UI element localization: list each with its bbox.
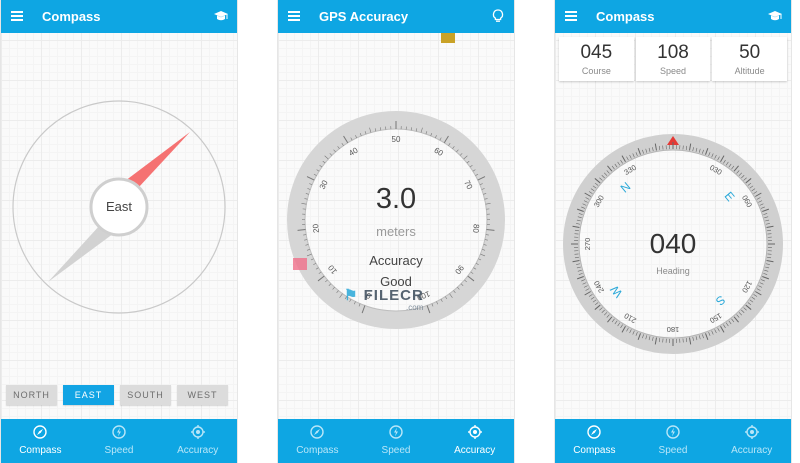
crosshair-icon bbox=[190, 425, 205, 439]
dial-degree-label: 210 bbox=[623, 311, 638, 325]
nav-compass[interactable]: Compass bbox=[555, 419, 634, 463]
cardinal-n: N bbox=[618, 179, 634, 195]
accuracy-label: Accuracy bbox=[369, 253, 423, 268]
gauge-scale-label: 60 bbox=[432, 146, 445, 159]
cardinal-w: W bbox=[607, 282, 625, 300]
nav-speed[interactable]: Speed bbox=[357, 419, 436, 463]
south-button[interactable]: SOUTH bbox=[120, 385, 171, 405]
watermark-brand: FILECR bbox=[363, 287, 424, 304]
compass-icon bbox=[310, 425, 325, 439]
cardinal-e: E bbox=[722, 189, 738, 204]
watermark-text: ⚑ FILECR bbox=[344, 286, 424, 304]
accuracy-marker bbox=[293, 258, 307, 270]
nav-label: Speed bbox=[104, 445, 134, 456]
nav-label: Compass bbox=[296, 445, 339, 456]
dial-degree-label: 060 bbox=[740, 194, 754, 209]
nav-label: Accuracy bbox=[731, 445, 773, 456]
crosshair-icon bbox=[467, 425, 482, 439]
dial-degree-label: 030 bbox=[708, 163, 723, 177]
dial-degree-label: 300 bbox=[592, 194, 606, 209]
crosshair-icon bbox=[744, 425, 759, 439]
gps-accuracy-screen: GPS Accuracy 0 10 20 30 40 50 60 70 80 90 100 3.0 … bbox=[277, 0, 515, 463]
gauge-scale-label: 20 bbox=[311, 223, 321, 233]
gauge-scale-label: 10 bbox=[326, 263, 339, 276]
gauge-scale-label: 90 bbox=[453, 263, 466, 276]
nav-label: Accuracy bbox=[177, 445, 219, 456]
nav-speed[interactable]: Speed bbox=[634, 419, 713, 463]
speedometer-icon bbox=[112, 425, 126, 439]
heading-direction-label: East bbox=[105, 199, 132, 214]
compass-icon bbox=[587, 425, 602, 439]
nav-accuracy[interactable]: Accuracy bbox=[435, 419, 514, 463]
north-button[interactable]: NORTH bbox=[6, 385, 57, 405]
dial-degree-label: 240 bbox=[592, 279, 606, 294]
east-button[interactable]: EAST bbox=[63, 385, 114, 405]
watermark-domain: .com bbox=[406, 303, 424, 312]
compass-icon bbox=[33, 425, 48, 439]
nav-accuracy[interactable]: Accuracy bbox=[712, 419, 791, 463]
accuracy-unit: meters bbox=[376, 224, 416, 239]
watermark-logo-icon: ⚑ bbox=[344, 287, 359, 304]
direction-buttons: NORTH EAST SOUTH WEST bbox=[6, 385, 228, 405]
gauge-scale-label: 70 bbox=[462, 179, 474, 191]
accuracy-value: 3.0 bbox=[375, 183, 417, 215]
compass-detail-screen: Compass 045 Course 108 Speed 50 Altitude bbox=[554, 0, 792, 463]
dial-degree-label: 180 bbox=[667, 325, 680, 334]
heading-value: 040 bbox=[649, 228, 697, 259]
compass-screen: Compass East NORTH EAST SOUTH WEST Compa… bbox=[0, 0, 238, 463]
heading-label: Heading bbox=[656, 266, 690, 276]
nav-compass[interactable]: Compass bbox=[278, 419, 357, 463]
bottom-nav: Compass Speed Accuracy bbox=[278, 419, 514, 463]
screenshot-collage: Compass East NORTH EAST SOUTH WEST Compa… bbox=[0, 0, 800, 463]
speedometer-icon bbox=[389, 425, 403, 439]
gauge-scale-label: 50 bbox=[392, 135, 401, 144]
nav-label: Speed bbox=[658, 445, 688, 456]
gauge-scale-label: 80 bbox=[471, 224, 481, 234]
speedometer-icon bbox=[666, 425, 680, 439]
dial-degree-label: 330 bbox=[623, 163, 638, 177]
dial-degree-label: 270 bbox=[583, 238, 592, 251]
cardinal-s: S bbox=[713, 293, 728, 309]
nav-label: Compass bbox=[573, 445, 616, 456]
gauge-scale-label: 30 bbox=[318, 178, 330, 190]
nav-label: Accuracy bbox=[454, 445, 496, 456]
nav-compass[interactable]: Compass bbox=[1, 419, 80, 463]
nav-label: Speed bbox=[381, 445, 411, 456]
nav-accuracy[interactable]: Accuracy bbox=[158, 419, 237, 463]
dial-degree-label: 120 bbox=[740, 279, 754, 294]
nav-label: Compass bbox=[19, 445, 62, 456]
bottom-nav: Compass Speed Accuracy bbox=[1, 419, 237, 463]
west-button[interactable]: WEST bbox=[177, 385, 228, 405]
bottom-nav: Compass Speed Accuracy bbox=[555, 419, 791, 463]
nav-speed[interactable]: Speed bbox=[80, 419, 159, 463]
dial-degree-label: 150 bbox=[708, 311, 723, 325]
gauge-scale-label: 40 bbox=[347, 145, 360, 158]
